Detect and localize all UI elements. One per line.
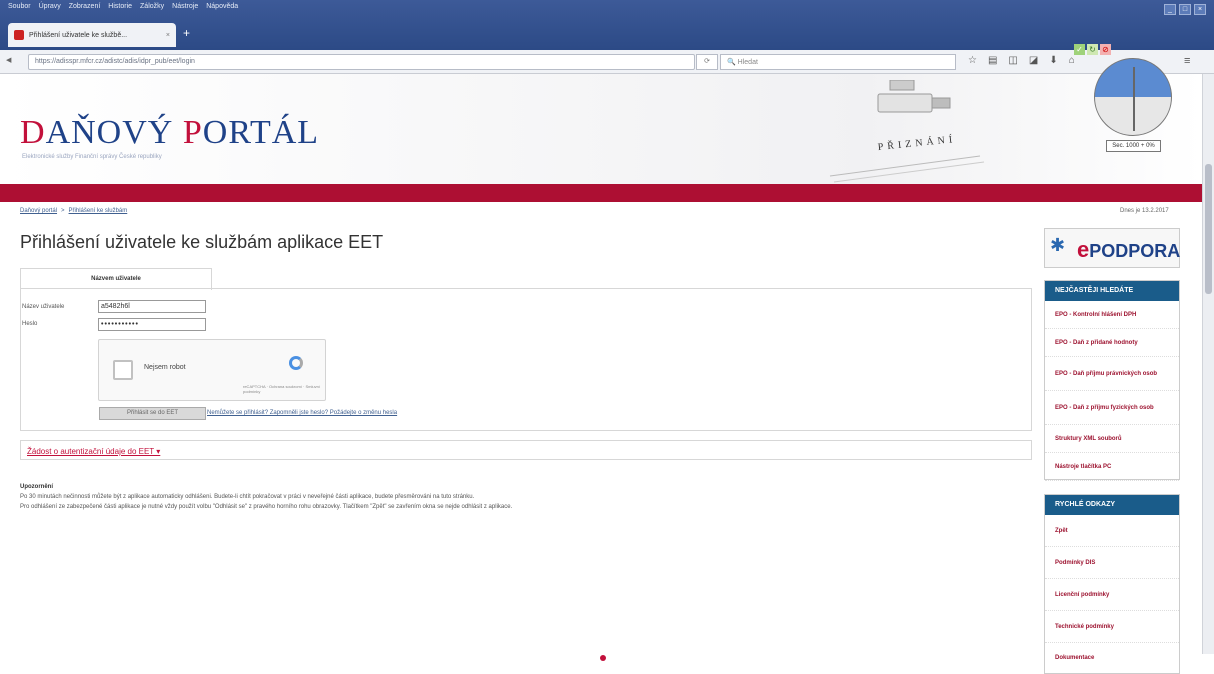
request-credentials-box: Žádost o autentizační údaje do EET ▾ <box>20 440 1032 460</box>
login-form: Názvem uživatele Název uživatele a5482h6… <box>20 268 1032 436</box>
download-icon[interactable]: ⬇ <box>1049 55 1057 66</box>
epodpora-e: e <box>1077 237 1090 262</box>
search-field[interactable]: 🔍 Hledat <box>720 54 956 70</box>
person-icon: ✱ <box>1050 235 1066 255</box>
quick-link-1[interactable]: Zpět <box>1045 515 1179 547</box>
menu-file[interactable]: Soubor <box>8 3 31 10</box>
quick-links-title: RYCHLÉ ODKAZY <box>1045 495 1179 515</box>
password-label: Heslo <box>22 321 38 327</box>
menu-history[interactable]: Historie <box>108 3 132 10</box>
username-label: Název uživatele <box>22 304 65 310</box>
maximize-button[interactable]: □ <box>1179 4 1191 15</box>
window-controls: _ □ × <box>1164 4 1206 15</box>
epodpora-text: PODPORA <box>1089 241 1181 261</box>
recaptcha-logo-icon <box>289 356 303 370</box>
tab-title: Přihlášení uživatele ke službě... <box>29 31 128 39</box>
bookmark-star-icon[interactable]: ☆ <box>968 55 977 66</box>
favicon-icon <box>14 30 24 40</box>
page-title: Přihlášení uživatele ke službám aplikace… <box>20 232 384 252</box>
breadcrumb: Daňový portál > Přihlášení ke službám <box>20 208 127 214</box>
addon-icons: ✓ ↻ ⊘ <box>1074 44 1111 55</box>
library-icon[interactable]: ▤ <box>988 55 997 66</box>
logo-second: ORTÁL <box>202 114 320 151</box>
password-help-links[interactable]: Nemůžete se přihlásit? Zapomněli jste he… <box>207 410 397 416</box>
back-icon[interactable]: ◀ <box>6 56 11 64</box>
new-tab-icon[interactable]: + <box>183 26 190 40</box>
menu-help[interactable]: Nápověda <box>206 3 238 10</box>
browser-navbar: ◀ https://adisspr.mfcr.cz/adistc/adis/id… <box>0 50 1214 74</box>
frequent-link-1[interactable]: EPO - Kontrolní hlášení DPH <box>1045 301 1179 329</box>
logo-first: AŇOVÝ <box>45 114 174 151</box>
login-button[interactable]: Přihlásit se do EET <box>99 407 206 420</box>
breadcrumb-separator: > <box>61 208 65 214</box>
menu-edit[interactable]: Úpravy <box>39 3 61 10</box>
frequent-link-5[interactable]: Struktury XML souborů <box>1045 425 1179 453</box>
site-subtitle: Elektronické služby Finanční správy Česk… <box>22 154 162 160</box>
check-icon[interactable]: ✓ <box>1074 44 1085 55</box>
login-panel: Název uživatele a5482h6l Heslo •••••••••… <box>20 288 1032 431</box>
footer-marker-icon <box>600 655 606 661</box>
frequent-link-2[interactable]: EPO - Daň z přidané hodnoty <box>1045 329 1179 357</box>
recaptcha-small-text: reCAPTCHA · Ochrana soukromí · Smluvní p… <box>243 384 320 394</box>
tab-username-login[interactable]: Názvem uživatele <box>20 268 212 290</box>
block-icon[interactable]: ⊘ <box>1100 44 1111 55</box>
toolbar-icons: ☆ ▤ ◫ ◪ ⬇ ⌂ <box>968 55 1075 66</box>
current-date: Dnes je 13.2.2017 <box>1120 208 1169 214</box>
tab-close-icon[interactable]: × <box>166 32 170 39</box>
header-illustration: PŘIZNÁNÍ <box>820 79 990 184</box>
request-credentials-link[interactable]: Žádost o autentizační údaje do EET ▾ <box>27 447 160 456</box>
menu-tools[interactable]: Nástroje <box>172 3 198 10</box>
pocket-icon[interactable]: ◫ <box>1008 55 1017 66</box>
menu-bookmarks[interactable]: Záložky <box>140 3 164 10</box>
frequent-box: NEJČASTĚJI HLEDÁTE EPO - Kontrolní hláše… <box>1044 280 1180 481</box>
address-bar[interactable]: https://adisspr.mfcr.cz/adistc/adis/idpr… <box>28 54 695 70</box>
notice-line-1: Po 30 minutách nečinnosti můžete být z a… <box>20 494 475 500</box>
quick-links-box: RYCHLÉ ODKAZY Zpět Podmínky DIS Licenční… <box>1044 494 1180 674</box>
close-window-button[interactable]: × <box>1194 4 1206 15</box>
site-logo[interactable]: DAŇOVÝ PORTÁL <box>20 114 319 152</box>
search-placeholder: Hledat <box>737 59 758 66</box>
quick-link-4[interactable]: Technické podmínky <box>1045 611 1179 643</box>
username-input[interactable]: a5482h6l <box>98 300 206 313</box>
browser-tab[interactable]: Přihlášení uživatele ke službě... × <box>8 23 176 47</box>
recaptcha-checkbox[interactable] <box>113 360 133 380</box>
minimize-button[interactable]: _ <box>1164 4 1176 15</box>
epodpora-banner[interactable]: ✱ ePODPORA <box>1044 228 1180 268</box>
quick-link-3[interactable]: Licenční podmínky <box>1045 579 1179 611</box>
notice-title: Upozornění <box>20 484 53 490</box>
site-header: DAŇOVÝ PORTÁL Elektronické služby Finanč… <box>0 74 1202 184</box>
notice-block: Upozornění Po 30 minutách nečinnosti můž… <box>20 482 1030 512</box>
menu-view[interactable]: Zobrazení <box>69 3 101 10</box>
clock-widget <box>1094 58 1172 136</box>
refresh-addon-icon[interactable]: ↻ <box>1087 44 1098 55</box>
password-input[interactable]: ••••••••••• <box>98 318 206 331</box>
recaptcha-widget: Nejsem robot reCAPTCHA · Ochrana soukrom… <box>98 339 326 401</box>
browser-menubar: Soubor Úpravy Zobrazení Historie Záložky… <box>8 3 238 10</box>
frequent-link-3[interactable]: EPO - Daň příjmu právnických osob <box>1045 357 1179 391</box>
quick-link-5[interactable]: Dokumentace <box>1045 643 1179 673</box>
quick-link-2[interactable]: Podmínky DIS <box>1045 547 1179 579</box>
bag-icon[interactable]: ◪ <box>1029 55 1038 66</box>
frequent-link-4[interactable]: EPO - Daň z příjmu fyzických osob <box>1045 391 1179 425</box>
browser-titlebar: Soubor Úpravy Zobrazení Historie Záložky… <box>0 0 1214 50</box>
hamburger-menu-icon[interactable]: ≡ <box>1184 55 1190 67</box>
header-band <box>0 184 1202 202</box>
recaptcha-label: Nejsem robot <box>144 364 186 371</box>
page-scrollbar[interactable] <box>1202 74 1214 654</box>
address-text: https://adisspr.mfcr.cz/adistc/adis/idpr… <box>35 58 195 65</box>
home-icon[interactable]: ⌂ <box>1069 55 1075 66</box>
breadcrumb-home-link[interactable]: Daňový portál <box>20 208 57 214</box>
notice-line-2: Pro odhlášení ze zabezpečené části aplik… <box>20 504 513 510</box>
frequent-title: NEJČASTĚJI HLEDÁTE <box>1045 281 1179 301</box>
clock-label: Sec. 1000 + 0% <box>1106 140 1161 152</box>
frequent-link-6[interactable]: Nástroje tlačítka PC <box>1045 453 1179 481</box>
breadcrumb-current-link[interactable]: Přihlášení ke službám <box>69 208 128 214</box>
scrollbar-thumb[interactable] <box>1205 164 1212 294</box>
reload-icon[interactable]: ⟳ <box>696 54 718 70</box>
